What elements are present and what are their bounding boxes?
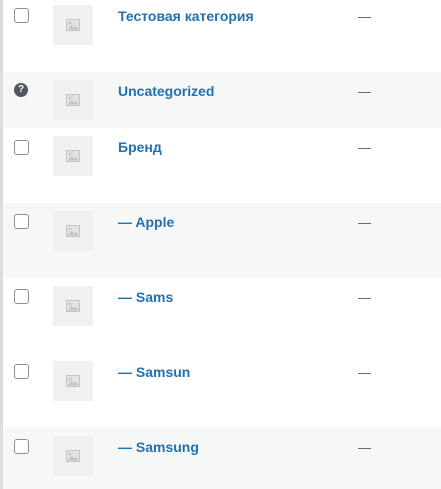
row-checkbox[interactable] (14, 289, 29, 304)
table-row: ? Uncategorized — (3, 72, 441, 128)
category-name-link[interactable]: — Samsung (118, 439, 199, 455)
row-checkbox[interactable] (14, 439, 29, 454)
row-checkbox[interactable] (14, 364, 29, 379)
category-thumbnail (53, 361, 93, 401)
table-row: — Sams — (3, 278, 441, 353)
row-checkbox[interactable] (14, 214, 29, 229)
table-row: — Samsung — (3, 428, 441, 489)
category-description: — (358, 365, 371, 380)
category-name-link[interactable]: — Samsun (118, 364, 190, 380)
category-thumbnail (53, 5, 93, 45)
image-placeholder-icon (66, 19, 80, 31)
category-thumbnail (53, 211, 93, 251)
category-name-link[interactable]: Uncategorized (118, 83, 214, 99)
image-placeholder-icon (66, 225, 80, 237)
image-placeholder-icon (66, 94, 80, 106)
table-row: — Samsun — (3, 353, 441, 428)
category-description: — (358, 215, 371, 230)
image-placeholder-icon (66, 150, 80, 162)
category-name-link[interactable]: Тестовая категория (118, 8, 254, 24)
table-row: Бренд — (3, 128, 441, 203)
category-name-link[interactable]: — Apple (118, 214, 174, 230)
category-description: — (358, 140, 371, 155)
table-row: Тестовая категория — (3, 0, 441, 72)
image-placeholder-icon (66, 300, 80, 312)
category-thumbnail (53, 80, 93, 120)
category-description: — (358, 440, 371, 455)
category-thumbnail (53, 136, 93, 176)
category-name-link[interactable]: Бренд (118, 139, 162, 155)
category-description: — (358, 9, 371, 24)
image-placeholder-icon (66, 450, 80, 462)
category-description: — (358, 84, 371, 99)
help-icon[interactable]: ? (14, 83, 28, 97)
table-row: — Apple — (3, 203, 441, 278)
row-checkbox[interactable] (14, 140, 29, 155)
category-name-link[interactable]: — Sams (118, 289, 173, 305)
category-thumbnail (53, 436, 93, 476)
category-description: — (358, 290, 371, 305)
row-checkbox[interactable] (14, 8, 29, 23)
image-placeholder-icon (66, 375, 80, 387)
category-thumbnail (53, 286, 93, 326)
